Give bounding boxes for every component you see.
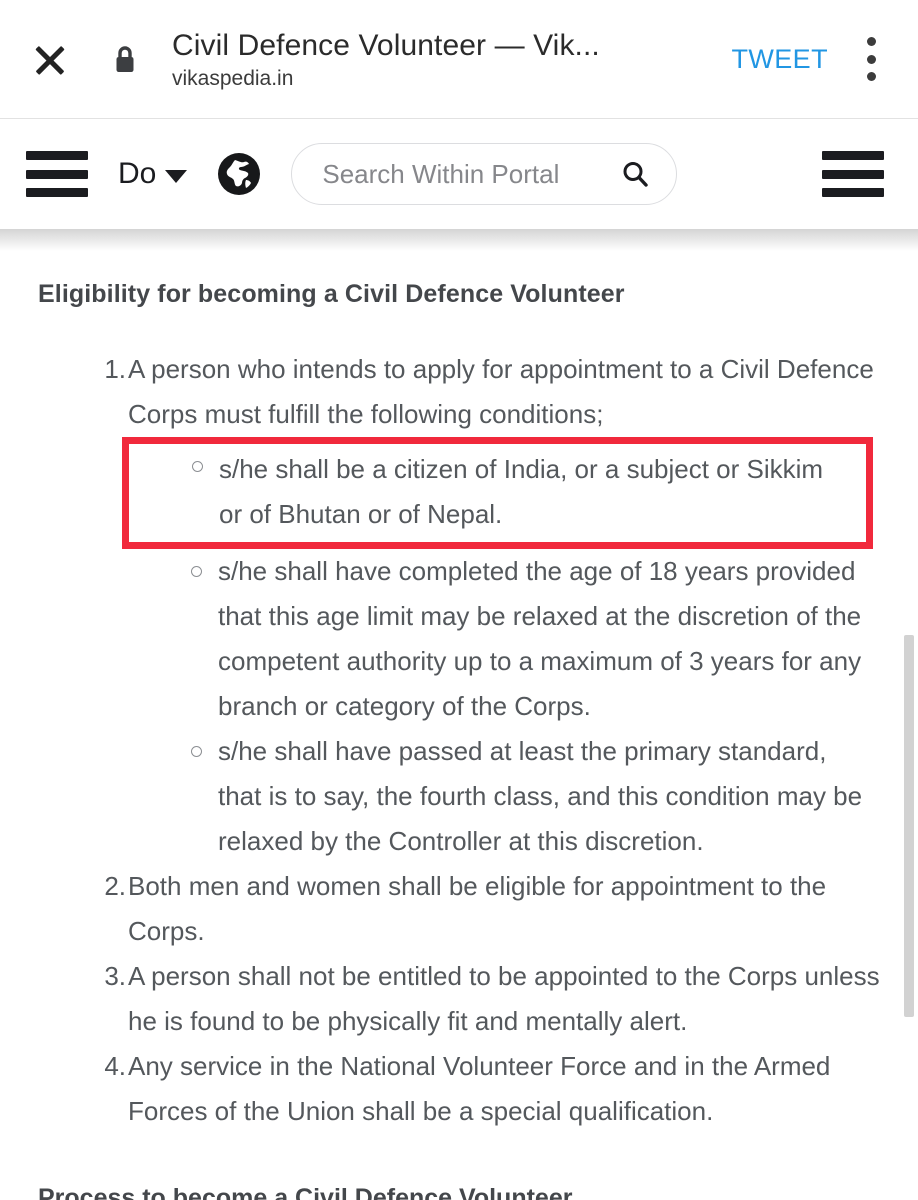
sub-list-item: s/he shall have passed at least the prim… xyxy=(128,729,888,864)
chevron-down-icon xyxy=(165,169,188,183)
sub-list-item-text: s/he shall be a citizen of India, or a s… xyxy=(219,454,824,529)
search-placeholder: Search Within Portal xyxy=(322,159,560,189)
kebab-menu-icon[interactable] xyxy=(854,33,888,85)
search-icon[interactable] xyxy=(620,159,650,189)
scrollbar-thumb[interactable] xyxy=(904,635,914,1017)
bullet-icon xyxy=(191,746,202,757)
list-item-text: Any service in the National Volunteer Fo… xyxy=(128,1051,831,1126)
next-section-heading: Process to become a Civil Defence Volunt… xyxy=(38,1184,573,1200)
browser-top-bar: Civil Defence Volunteer — Vik... vikaspe… xyxy=(0,0,918,118)
close-icon[interactable] xyxy=(26,35,74,83)
list-item: 2. Both men and women shall be eligible f… xyxy=(0,864,918,954)
tweet-button[interactable]: TWEET xyxy=(722,38,839,81)
list-item-text: Both men and women shall be eligible for… xyxy=(128,871,827,946)
list-item-text: A person shall not be entitled to be app… xyxy=(128,961,880,1036)
nav-shadow xyxy=(0,229,918,251)
page-title-block: Civil Defence Volunteer — Vik... vikaspe… xyxy=(172,26,706,92)
list-item: 4. Any service in the National Volunteer … xyxy=(0,1044,918,1134)
eligibility-list: 1. A person who intends to apply for appo… xyxy=(0,347,918,1134)
list-item-number: 2. xyxy=(104,871,126,901)
scrollbar[interactable] xyxy=(904,251,914,1200)
sub-list-item: s/he shall have completed the age of 18 … xyxy=(128,549,888,729)
lock-icon xyxy=(112,44,138,76)
list-item-number: 1. xyxy=(104,354,126,384)
do-dropdown[interactable]: Do xyxy=(118,157,188,190)
hamburger-menu-icon[interactable] xyxy=(26,151,88,197)
secondary-hamburger-menu-icon[interactable] xyxy=(822,151,884,197)
sub-list-item-text: s/he shall have passed at least the prim… xyxy=(218,736,863,856)
list-item-number: 3. xyxy=(104,961,126,991)
do-dropdown-label: Do xyxy=(118,157,157,190)
globe-icon[interactable] xyxy=(215,150,263,198)
search-input[interactable]: Search Within Portal xyxy=(291,143,678,205)
sub-list-item-text: s/he shall have completed the age of 18 … xyxy=(218,556,862,721)
list-item: 3. A person shall not be entitled to be a… xyxy=(0,954,918,1044)
section-heading: Eligibility for becoming a Civil Defence… xyxy=(38,280,625,308)
highlighted-list-item: s/he shall be a citizen of India, or a s… xyxy=(122,437,873,549)
list-item-number: 4. xyxy=(104,1051,126,1081)
bullet-icon xyxy=(192,461,203,472)
page-title: Civil Defence Volunteer — Vik... xyxy=(172,29,600,62)
site-navigation-bar: Do Search Within Portal xyxy=(0,119,918,229)
page-content: Eligibility for becoming a Civil Defence… xyxy=(0,251,918,1200)
page-origin: vikaspedia.in xyxy=(172,67,294,90)
bullet-icon xyxy=(191,566,202,577)
list-item-text: A person who intends to apply for appoin… xyxy=(128,354,874,429)
list-item: 1. A person who intends to apply for appo… xyxy=(0,347,918,864)
sub-list: s/he shall be a citizen of India, or a s… xyxy=(122,437,888,864)
